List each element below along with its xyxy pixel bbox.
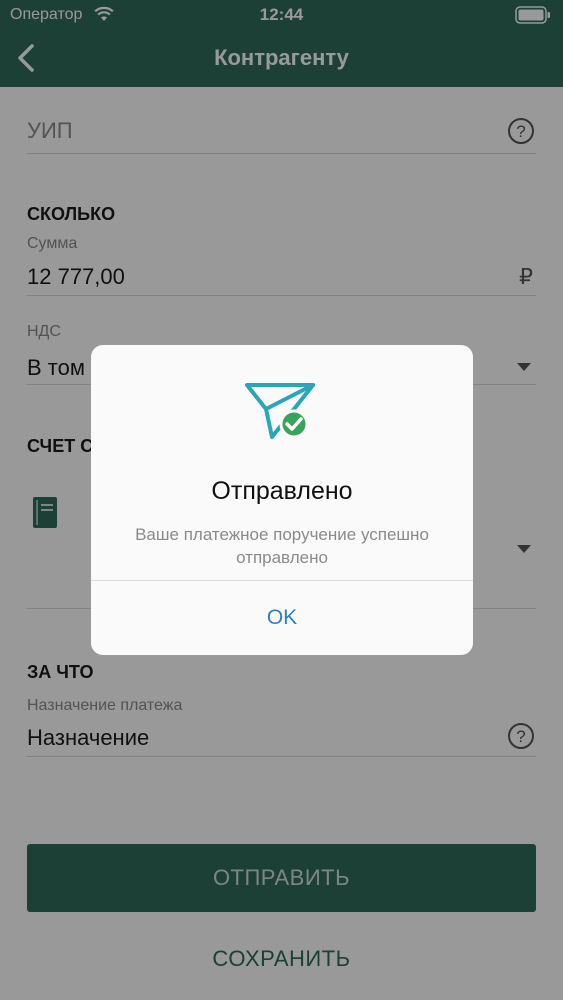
ok-button[interactable]: OK — [91, 581, 473, 655]
dialog-title: Отправлено — [211, 477, 353, 505]
sent-dialog: Отправлено Ваше платежное поручение успе… — [91, 345, 473, 655]
paper-plane-success-icon — [245, 383, 315, 439]
dialog-message: Ваше платежное поручение успешно отправл… — [135, 525, 429, 567]
